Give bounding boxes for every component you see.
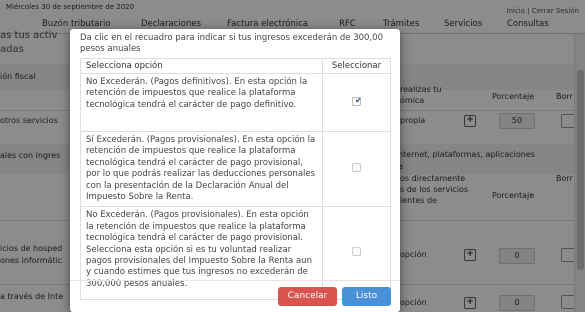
dialog-footer: Cancelar Listo	[70, 280, 400, 312]
options-table: Selecciona opción Seleccionar No Exceder…	[80, 58, 391, 301]
column-header-option: Selecciona opción	[80, 58, 323, 74]
option-description: No Excederán. (Pagos definitivos). En es…	[80, 73, 323, 132]
income-option-dialog: Da clic en el recuadro para indicar si t…	[70, 29, 400, 312]
check-icon: ✔	[355, 95, 362, 105]
option-row: Sí Excederán. (Pagos provisionales). En …	[80, 130, 391, 208]
done-button[interactable]: Listo	[342, 287, 391, 306]
option-checkbox[interactable]	[352, 163, 361, 173]
dialog-instructions: Da clic en el recuadro para indicar si t…	[80, 33, 383, 54]
option-description: Sí Excederán. (Pagos provisionales). En …	[80, 130, 323, 208]
option-checkbox-checked[interactable]: ✔	[352, 95, 362, 106]
option-checkbox[interactable]	[352, 247, 361, 257]
cancel-button[interactable]: Cancelar	[278, 287, 337, 306]
option-row: No Excederán. (Pagos definitivos). En es…	[80, 73, 391, 132]
column-header-select: Seleccionar	[322, 58, 391, 74]
